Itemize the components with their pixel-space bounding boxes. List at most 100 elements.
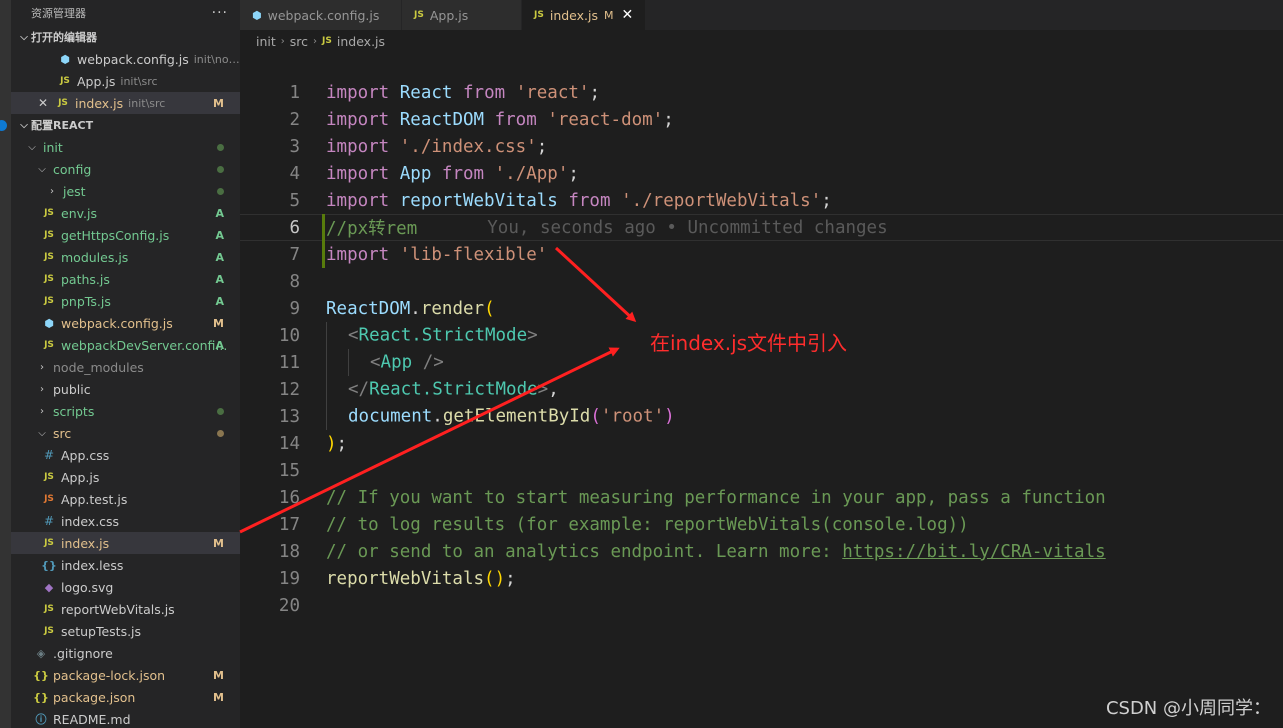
js-icon: JS — [534, 10, 544, 20]
tree-file[interactable]: ⬢ webpack.config.js M — [11, 312, 240, 334]
project-section[interactable]: ⌵ 配置REACT — [11, 114, 240, 136]
explorer-header: 资源管理器 ··· — [11, 0, 240, 26]
code-text: <App /> — [326, 349, 444, 376]
tree-label: pnpTs.js — [61, 293, 111, 309]
tree-folder-jest[interactable]: › jest — [11, 180, 240, 202]
tree-file[interactable]: {} index.less — [11, 554, 240, 576]
chevron-down-icon: ⌵ — [20, 119, 28, 131]
code-text: import './index.css'; — [326, 136, 548, 157]
explorer-sidebar: 资源管理器 ··· ⌵ 打开的编辑器 ⬢ webpack.config.js i… — [11, 0, 240, 728]
change-dot — [217, 187, 224, 195]
tree-file[interactable]: JS reportWebVitals.js — [11, 598, 240, 620]
open-editors-section[interactable]: ⌵ 打开的编辑器 — [11, 26, 240, 48]
change-dot — [217, 143, 224, 151]
more-actions-icon[interactable]: ··· — [212, 5, 228, 21]
tree-file[interactable]: ⓘ README.md — [11, 708, 240, 728]
tree-label: webpack.config.js — [61, 315, 173, 331]
tree-file[interactable]: JS env.js A — [11, 202, 240, 224]
breadcrumb-item[interactable]: index.js — [337, 34, 385, 49]
tree-label: package-lock.json — [53, 667, 166, 683]
tree-file[interactable]: ◈ .gitignore — [11, 642, 240, 664]
tab-modified-indicator: M — [604, 8, 614, 22]
tab-index-js[interactable]: JS index.js M ✕ — [522, 0, 647, 30]
line-number: 5 — [289, 190, 300, 211]
code-text: // or send to an analytics endpoint. Lea… — [326, 541, 1106, 562]
added-badge: A — [215, 228, 224, 242]
breadcrumb: init › src › JS index.js — [240, 30, 1283, 52]
explorer-title: 资源管理器 — [31, 7, 86, 20]
tree-label: jest — [63, 183, 86, 199]
js-icon: JS — [44, 296, 54, 306]
code-text: import ReactDOM from 'react-dom'; — [326, 109, 674, 130]
tree-file[interactable]: JS getHttpsConfig.js A — [11, 224, 240, 246]
js-test-icon: JS — [44, 494, 54, 504]
code-text: // to log results (for example: reportWe… — [326, 514, 969, 535]
tree-file[interactable]: JS App.js — [11, 466, 240, 488]
breadcrumb-item[interactable]: init — [256, 34, 276, 49]
tree-folder-src[interactable]: ⌵ src — [11, 422, 240, 444]
code-line: 16 // If you want to start measuring per… — [240, 484, 1283, 511]
open-editor-label: index.js — [75, 95, 124, 111]
js-icon: JS — [44, 208, 54, 218]
code-text: ); — [326, 433, 348, 454]
code-line: 7 import 'lib-flexible' — [240, 241, 1283, 268]
json-icon: {} — [33, 690, 49, 704]
css-icon: # — [43, 514, 55, 528]
tree-file[interactable]: JS webpackDevServer.confi... A — [11, 334, 240, 356]
open-editor-item[interactable]: ⬢ webpack.config.js init\node... — [11, 48, 240, 70]
line-number: 11 — [278, 352, 300, 373]
tab-label: index.js — [549, 7, 599, 23]
tree-file[interactable]: {} package-lock.json M — [11, 664, 240, 686]
breadcrumb-item[interactable]: src — [290, 34, 308, 49]
code-text: ReactDOM.render( — [326, 298, 495, 319]
tree-folder-scripts[interactable]: › scripts — [11, 400, 240, 422]
line-number: 6 — [289, 217, 300, 238]
added-line-marker — [300, 214, 326, 241]
code-line: 17 // to log results (for example: repor… — [240, 511, 1283, 538]
annotation-text: 在index.js文件中引入 — [650, 331, 848, 355]
tree-file[interactable]: JS setupTests.js — [11, 620, 240, 642]
tree-folder-node-modules[interactable]: › node_modules — [11, 356, 240, 378]
code-line: 1 import React from 'react'; — [240, 79, 1283, 106]
tree-label: index.js — [61, 535, 110, 551]
tree-folder-init[interactable]: ⌵ init — [11, 136, 240, 158]
tab-webpack-config[interactable]: ⬢ webpack.config.js — [240, 0, 402, 30]
tree-file[interactable]: ◆ logo.svg — [11, 576, 240, 598]
line-number: 18 — [278, 541, 300, 562]
open-editor-item-active[interactable]: ✕ JS index.js init\src M — [11, 92, 240, 114]
added-badge: A — [215, 272, 224, 286]
css-icon: # — [43, 448, 55, 462]
code-line: 8 — [240, 268, 1283, 295]
docs-link[interactable]: https://bit.ly/CRA-vitals — [842, 542, 1105, 562]
tree-file[interactable]: JS App.test.js — [11, 488, 240, 510]
close-icon[interactable]: ✕ — [35, 96, 51, 110]
tree-folder-config[interactable]: ⌵ config — [11, 158, 240, 180]
tree-folder-public[interactable]: › public — [11, 378, 240, 400]
line-number: 12 — [278, 379, 300, 400]
code-line: 18 // or send to an analytics endpoint. … — [240, 538, 1283, 565]
tree-file[interactable]: JS pnpTs.js A — [11, 290, 240, 312]
close-icon[interactable]: ✕ — [622, 7, 634, 23]
tree-label: node_modules — [53, 359, 144, 375]
change-dot — [217, 407, 224, 415]
open-editor-item[interactable]: JS App.js init\src — [11, 70, 240, 92]
tree-file-selected[interactable]: JS index.js M — [11, 532, 240, 554]
tree-label: index.less — [61, 557, 124, 573]
code-line: 13 document.getElementById('root') — [240, 403, 1283, 430]
tree-file[interactable]: {} package.json M — [11, 686, 240, 708]
js-icon: JS — [44, 252, 54, 262]
modified-badge: M — [213, 536, 224, 550]
chevron-right-icon: › — [280, 35, 285, 47]
chevron-down-icon: ⌵ — [28, 141, 36, 153]
line-number: 14 — [278, 433, 300, 454]
tree-file[interactable]: # App.css — [11, 444, 240, 466]
tab-app-js[interactable]: JS App.js — [402, 0, 522, 30]
chevron-right-icon: › — [50, 185, 54, 197]
tree-file[interactable]: # index.css — [11, 510, 240, 532]
code-text: document.getElementById('root') — [326, 403, 675, 430]
code-editor[interactable]: 1 import React from 'react'; 2 import Re… — [240, 52, 1283, 728]
tree-file[interactable]: JS modules.js A — [11, 246, 240, 268]
js-icon: JS — [322, 36, 332, 46]
tree-label: paths.js — [61, 271, 110, 287]
tree-file[interactable]: JS paths.js A — [11, 268, 240, 290]
